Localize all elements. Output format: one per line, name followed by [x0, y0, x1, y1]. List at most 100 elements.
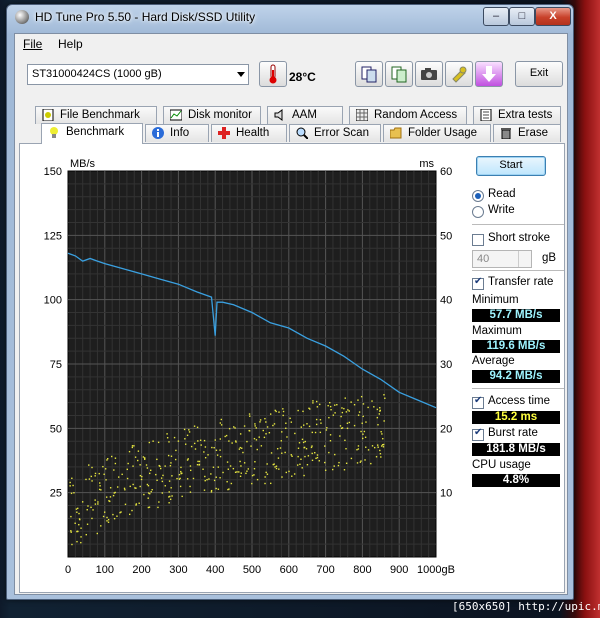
checklist-icon [480, 109, 492, 121]
access-time-point [102, 465, 104, 468]
access-time-point [70, 530, 72, 532]
close-button[interactable]: X [535, 7, 571, 26]
write-radio[interactable] [472, 206, 484, 218]
burst-rate-checkbox[interactable] [472, 427, 484, 441]
copy-image-button[interactable] [385, 61, 413, 87]
access-time-point [320, 422, 322, 424]
access-time-point [256, 478, 259, 481]
access-time-point [139, 474, 142, 477]
monitor-chart-icon [170, 109, 182, 121]
access-time-point [198, 460, 201, 463]
access-time-point [276, 448, 279, 450]
minimize-button[interactable]: ‒ [483, 7, 509, 26]
access-time-point [264, 482, 266, 485]
access-time-point [85, 478, 87, 481]
access-time-point [379, 453, 382, 455]
access-time-point [74, 522, 76, 524]
access-time-point [382, 437, 384, 440]
access-time-point [123, 487, 126, 490]
access-time-point [94, 475, 96, 477]
access-time-point [285, 427, 287, 429]
access-time-point [151, 489, 153, 491]
access-time-point [219, 477, 221, 479]
access-time-point [131, 446, 134, 449]
spinner-icon[interactable] [518, 251, 531, 267]
watermark-text: [650x650] http://upic.me/ [452, 600, 600, 613]
average-value: 94.2 MB/s [472, 370, 560, 383]
tab-folder-usage[interactable]: Folder Usage [383, 124, 491, 142]
access-time-point [319, 419, 322, 421]
access-time-point [156, 458, 158, 461]
bulb-icon [50, 127, 58, 138]
options-button[interactable] [445, 61, 473, 87]
access-time-point [357, 445, 360, 447]
access-time-point [168, 441, 170, 443]
access-time-point [160, 477, 163, 479]
access-time-point [262, 429, 264, 432]
x-tick-label: 100 [96, 564, 114, 576]
access-time-point [196, 426, 199, 429]
tab-random-access[interactable]: Random Access [349, 106, 467, 124]
access-time-point [228, 440, 230, 442]
access-time-point [337, 464, 340, 467]
cpu-usage-value: 4.8% [472, 474, 560, 487]
drive-select[interactable]: ST31000424CS (1000 gB) [27, 64, 249, 85]
short-stroke-checkbox[interactable] [472, 234, 484, 246]
tab-health[interactable]: Health [211, 124, 287, 142]
access-time-point [148, 472, 151, 475]
access-time-point [293, 473, 296, 475]
access-time-point [147, 485, 150, 487]
screenshot-button[interactable] [415, 61, 443, 87]
tab-aam[interactable]: AAM [267, 106, 343, 124]
tab-error-scan[interactable]: Error Scan [289, 124, 381, 142]
access-time-point [76, 540, 78, 543]
temperature-button[interactable] [259, 61, 287, 87]
copy-chart-icon [391, 66, 407, 83]
access-time-point [346, 422, 349, 424]
access-time-point [80, 536, 82, 538]
transfer-rate-checkbox[interactable] [472, 276, 484, 290]
access-time-point [328, 416, 330, 419]
tab-disk-monitor[interactable]: Disk monitor [163, 106, 261, 124]
short-stroke-input[interactable]: 40 [472, 250, 532, 268]
access-time-point [243, 425, 246, 427]
access-time-point [235, 440, 237, 442]
access-time-point [278, 468, 280, 470]
access-time-point [164, 485, 166, 487]
access-time-point [253, 467, 256, 470]
access-time-checkbox[interactable] [472, 395, 484, 409]
tab-benchmark[interactable]: Benchmark [41, 123, 143, 144]
access-time-point [371, 400, 373, 402]
access-time-point [266, 426, 269, 428]
title-bar[interactable]: HD Tune Pro 5.50 - Hard Disk/SSD Utility… [7, 5, 573, 29]
access-time-point [363, 430, 366, 433]
tab-extra-tests[interactable]: Extra tests [473, 106, 561, 124]
access-time-point [148, 506, 151, 508]
access-time-point [134, 487, 136, 489]
access-time-point [279, 447, 282, 449]
access-time-point [285, 422, 287, 424]
access-time-point [103, 473, 105, 475]
x-tick-label: 200 [132, 564, 150, 576]
tab-info[interactable]: Info [145, 124, 209, 142]
access-time-point [140, 478, 143, 481]
y-right-tick-label: 40 [440, 295, 452, 307]
x-tick-label: 900 [390, 564, 408, 576]
menu-file[interactable]: File [23, 37, 42, 51]
access-time-point [194, 442, 196, 445]
menu-help[interactable]: Help [58, 37, 83, 51]
access-time-point [341, 411, 344, 414]
start-button[interactable]: Start [476, 156, 546, 176]
access-time-point [309, 408, 311, 410]
access-time-point [360, 430, 362, 433]
save-button[interactable] [475, 61, 503, 87]
copy-text-button[interactable] [355, 61, 383, 87]
access-time-point [311, 459, 314, 462]
tab-file-benchmark[interactable]: File Benchmark [35, 106, 157, 124]
maximize-button[interactable]: □ [509, 7, 535, 26]
tab-erase[interactable]: Erase [493, 124, 561, 142]
access-time-point [273, 463, 275, 465]
exit-button[interactable]: Exit [515, 61, 563, 87]
read-radio[interactable] [472, 190, 484, 202]
access-time-point [345, 411, 348, 413]
